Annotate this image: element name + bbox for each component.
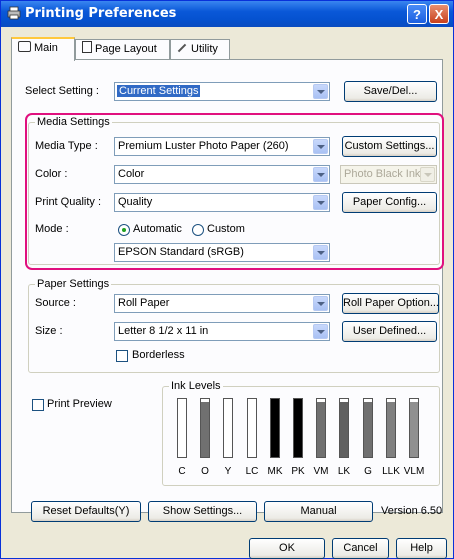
ink-label-vm: VM xyxy=(313,466,329,477)
manual-button[interactable]: Manual xyxy=(264,501,373,522)
roll-paper-option-button[interactable]: Roll Paper Option... xyxy=(342,293,439,314)
dialog-window: Printing Preferences ? X Main Page Layou… xyxy=(0,0,454,559)
ink-fill-o xyxy=(201,401,209,457)
tab-page-layout[interactable]: Page Layout xyxy=(75,39,170,59)
show-settings-button[interactable]: Show Settings... xyxy=(148,501,257,522)
ink-label-vlm: VLM xyxy=(403,466,425,477)
source-dropdown[interactable]: Roll Paper xyxy=(114,294,330,313)
ok-button[interactable]: OK xyxy=(249,538,325,559)
source-value: Roll Paper xyxy=(118,297,170,309)
ink-label-lk: LK xyxy=(337,466,351,477)
wrench-icon xyxy=(177,43,187,53)
ink-bar-lc xyxy=(247,398,257,458)
ink-fill-vlm xyxy=(410,401,418,457)
tab-utility[interactable]: Utility xyxy=(170,39,230,59)
select-setting-label: Select Setting : xyxy=(25,85,99,97)
tab-main[interactable]: Main xyxy=(11,37,75,61)
reset-defaults-button[interactable]: Reset Defaults(Y) xyxy=(31,501,141,522)
ink-bar-y xyxy=(223,398,233,458)
size-value: Letter 8 1/2 x 11 in xyxy=(118,325,209,337)
page-icon xyxy=(82,41,92,53)
ink-fill-mk xyxy=(271,399,279,457)
ink-label-o: O xyxy=(201,466,209,477)
version-text: Version 6.50 xyxy=(381,505,443,517)
borderless-label: Borderless xyxy=(132,349,185,361)
help-button[interactable]: Help xyxy=(396,538,447,559)
ink-label-mk: MK xyxy=(267,466,283,477)
ink-label-lc: LC xyxy=(245,466,259,477)
source-label: Source : xyxy=(35,297,76,309)
size-label: Size : xyxy=(35,325,63,337)
window-title: Printing Preferences xyxy=(25,6,177,21)
cancel-button[interactable]: Cancel xyxy=(332,538,389,559)
printer-icon xyxy=(7,6,21,20)
ink-fill-y xyxy=(224,401,232,457)
save-del-button[interactable]: Save/Del... xyxy=(344,81,437,102)
ink-bar-lk xyxy=(339,398,349,458)
print-preview-checkbox[interactable] xyxy=(32,399,44,411)
ink-label-g: G xyxy=(364,466,372,477)
ink-bar-mk xyxy=(270,398,280,458)
ink-fill-llk xyxy=(387,401,395,457)
select-setting-value: Current Settings xyxy=(117,85,201,97)
ink-bar-o xyxy=(200,398,210,458)
ink-bar-pk xyxy=(293,398,303,458)
ink-label-llk: LLK xyxy=(382,466,400,477)
user-defined-button[interactable]: User Defined... xyxy=(342,321,437,342)
title-bar: Printing Preferences ? X xyxy=(1,1,453,27)
select-setting-dropdown[interactable]: Current Settings xyxy=(114,82,330,101)
close-title-button[interactable]: X xyxy=(429,4,449,24)
ink-fill-lc xyxy=(248,401,256,457)
size-dropdown[interactable]: Letter 8 1/2 x 11 in xyxy=(114,322,330,341)
ink-label-pk: PK xyxy=(291,466,305,477)
highlight-outline xyxy=(25,113,444,270)
tab-main-label: Main xyxy=(34,42,58,54)
ink-bar-vm xyxy=(316,398,326,458)
ink-bar-vlm xyxy=(409,398,419,458)
ink-label-c: C xyxy=(178,466,186,477)
tab-page-layout-label: Page Layout xyxy=(95,43,157,55)
ink-fill-vm xyxy=(317,401,325,457)
chevron-down-icon xyxy=(313,324,328,339)
ink-levels-title: Ink Levels xyxy=(169,380,223,392)
chevron-down-icon xyxy=(313,296,328,311)
ink-fill-g xyxy=(364,401,372,457)
help-title-button[interactable]: ? xyxy=(407,4,427,24)
ink-fill-pk xyxy=(294,399,302,457)
ink-fill-c xyxy=(178,401,186,457)
tab-utility-label: Utility xyxy=(191,43,218,55)
paper-settings-title: Paper Settings xyxy=(35,278,112,290)
chevron-down-icon xyxy=(313,84,328,99)
ink-fill-lk xyxy=(340,401,348,457)
ink-bar-c xyxy=(177,398,187,458)
ink-label-y: Y xyxy=(224,466,232,477)
ink-bar-g xyxy=(363,398,373,458)
print-preview-label: Print Preview xyxy=(47,398,112,410)
printer-icon xyxy=(18,41,31,52)
borderless-checkbox[interactable] xyxy=(116,350,128,362)
ink-bar-llk xyxy=(386,398,396,458)
